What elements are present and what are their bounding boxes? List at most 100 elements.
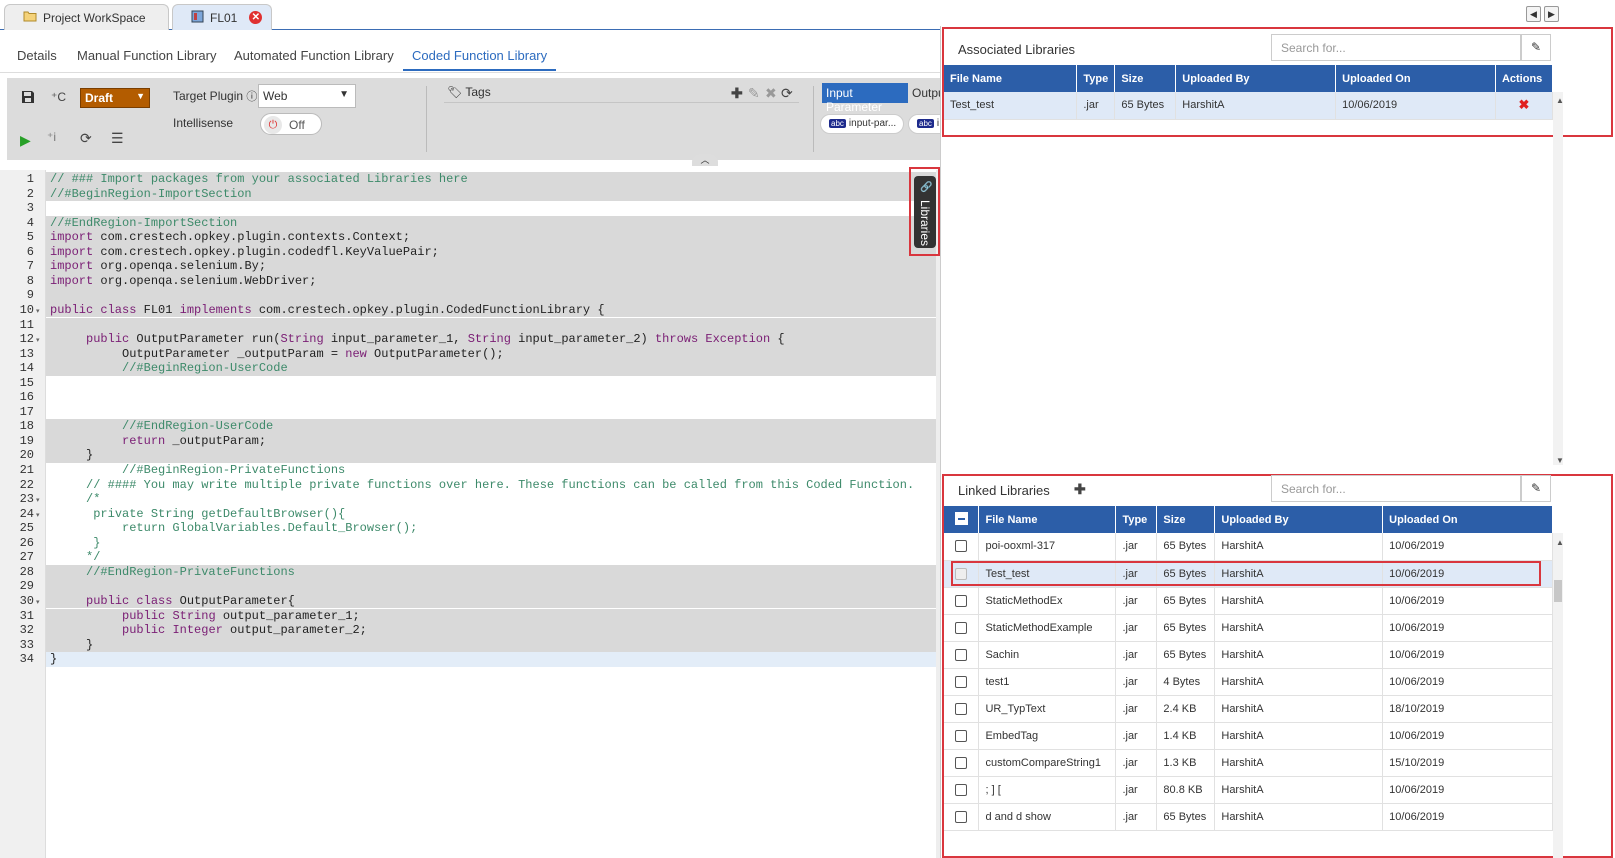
select-all-checkbox[interactable] bbox=[954, 511, 968, 525]
libraries-side-tab[interactable]: 🔗 Libraries bbox=[909, 167, 940, 256]
code-line[interactable]: public class OutputParameter{ bbox=[46, 593, 936, 609]
code-line[interactable]: import org.openqa.selenium.WebDriver; bbox=[46, 273, 936, 289]
compile-icon[interactable]: ⁺C bbox=[51, 90, 66, 104]
code-line[interactable]: //#EndRegion-ImportSection bbox=[46, 215, 936, 231]
intellisense-toggle[interactable]: ⏻ Off bbox=[260, 113, 322, 135]
code-line[interactable] bbox=[46, 376, 936, 391]
column-header[interactable]: Size bbox=[1156, 506, 1216, 533]
row-checkbox[interactable] bbox=[955, 702, 968, 715]
fold-toggle-icon[interactable]: ▾ bbox=[36, 496, 40, 504]
code-line[interactable]: */ bbox=[46, 550, 936, 565]
fold-toggle-icon[interactable]: ▾ bbox=[36, 336, 40, 344]
linked-scroll-thumb[interactable] bbox=[1554, 580, 1562, 602]
table-row[interactable]: d and d show .jar 65 Bytes HarshitA 10/06/20… bbox=[944, 803, 1553, 831]
add-info-icon[interactable]: ⁺i bbox=[47, 130, 56, 144]
column-header[interactable]: Uploaded On bbox=[1382, 506, 1553, 533]
add-library-icon[interactable]: ✚ bbox=[1074, 481, 1086, 498]
tab-fl01[interactable]: FL01 ✕ bbox=[172, 4, 272, 30]
code-line[interactable]: public String output_parameter_1; bbox=[46, 608, 936, 624]
info-icon[interactable]: ⓘ bbox=[246, 91, 257, 103]
code-line[interactable] bbox=[46, 579, 936, 594]
tab-input-parameter[interactable]: Input Parameter bbox=[822, 83, 908, 114]
table-row[interactable]: StaticMethodExample .jar 65 Bytes HarshitA 1… bbox=[944, 614, 1553, 642]
column-header[interactable]: Size bbox=[1114, 65, 1177, 92]
row-checkbox[interactable] bbox=[955, 540, 968, 553]
row-checkbox[interactable] bbox=[955, 729, 968, 742]
scroll-right-icon[interactable]: ▶ bbox=[1544, 6, 1559, 22]
code-line[interactable] bbox=[46, 390, 936, 405]
code-line[interactable]: import com.crestech.opkey.plugin.context… bbox=[46, 230, 936, 245]
row-checkbox[interactable] bbox=[955, 675, 968, 688]
tab-automated-function-library[interactable]: Automated Function Library bbox=[234, 48, 394, 69]
code-line[interactable] bbox=[46, 317, 936, 333]
code-line[interactable]: OutputParameter _outputParam = new Outpu… bbox=[46, 346, 936, 362]
add-tag-icon[interactable]: ✚ bbox=[731, 85, 743, 102]
run-icon[interactable]: ▶ bbox=[20, 132, 31, 149]
code-line[interactable]: // #### You may write multiple private f… bbox=[46, 478, 936, 493]
tab-manual-function-library[interactable]: Manual Function Library bbox=[77, 48, 216, 69]
scroll-up-icon[interactable]: ▲ bbox=[1556, 538, 1564, 547]
column-header[interactable]: File Name bbox=[944, 65, 1078, 92]
table-row[interactable]: EmbedTag .jar 1.4 KB HarshitA 10/06/2019 bbox=[944, 722, 1553, 750]
fold-toggle-icon[interactable]: ▾ bbox=[36, 307, 40, 315]
code-line[interactable]: } bbox=[46, 637, 936, 653]
row-checkbox[interactable] bbox=[955, 783, 968, 796]
code-line[interactable]: } bbox=[46, 448, 936, 463]
fold-toggle-icon[interactable]: ▾ bbox=[36, 511, 40, 519]
code-line[interactable]: public OutputParameter run(String input_… bbox=[46, 332, 936, 347]
code-line[interactable]: return _outputParam; bbox=[46, 433, 936, 449]
column-header[interactable]: Uploaded By bbox=[1175, 65, 1337, 92]
table-row[interactable]: StaticMethodEx .jar 65 Bytes HarshitA 10/06/… bbox=[944, 587, 1553, 615]
table-row[interactable]: poi-ooxml-317 .jar 65 Bytes HarshitA 10/06/2… bbox=[944, 533, 1553, 561]
code-line[interactable]: return GlobalVariables.Default_Browser()… bbox=[46, 521, 936, 536]
status-dropdown[interactable]: Draft ▼ bbox=[80, 88, 150, 108]
fold-toggle-icon[interactable]: ▾ bbox=[36, 598, 40, 606]
scroll-left-icon[interactable]: ◀ bbox=[1526, 6, 1541, 22]
scroll-down-icon[interactable]: ▼ bbox=[1556, 456, 1564, 465]
code-line[interactable]: import com.crestech.opkey.plugin.codedfl… bbox=[46, 244, 936, 260]
refresh-tags-icon[interactable]: ⟳ bbox=[781, 85, 793, 102]
tab-coded-function-library[interactable]: Coded Function Library bbox=[403, 48, 557, 71]
code-line[interactable]: public Integer output_parameter_2; bbox=[46, 623, 936, 638]
code-line[interactable]: import org.openqa.selenium.By; bbox=[46, 259, 936, 274]
delete-tag-icon[interactable]: ✖ bbox=[765, 85, 777, 102]
table-row[interactable]: test1 .jar 4 Bytes HarshitA 10/06/2019 bbox=[944, 668, 1553, 696]
code-line[interactable] bbox=[46, 405, 936, 420]
column-header[interactable]: Type bbox=[1076, 65, 1116, 92]
code-line[interactable]: // ### Import packages from your associa… bbox=[46, 172, 936, 187]
table-row[interactable]: ; ] [.jar 80.8 KB HarshitA 10/06/2019 bbox=[944, 776, 1553, 804]
table-row[interactable]: customCompareString1 .jar 1.3 KB HarshitA 15… bbox=[944, 749, 1553, 777]
target-plugin-select[interactable]: Web ▼ bbox=[258, 84, 356, 108]
code-line[interactable]: private String getDefaultBrowser(){ bbox=[46, 507, 936, 522]
code-line[interactable]: public class FL01 implements com.crestec… bbox=[46, 302, 936, 318]
collapse-toolbar-icon[interactable]: ︿ bbox=[692, 154, 718, 166]
associated-scrollbar[interactable] bbox=[1553, 92, 1563, 465]
column-header[interactable]: Type bbox=[1115, 506, 1158, 533]
select-all-header[interactable] bbox=[944, 506, 980, 533]
code-line[interactable]: //#BeginRegion-ImportSection bbox=[46, 186, 936, 202]
row-checkbox[interactable] bbox=[955, 594, 968, 607]
table-row[interactable]: UR_TypText .jar 2.4 KB HarshitA 18/10/2019 bbox=[944, 695, 1553, 723]
eraser-icon[interactable]: ✎ bbox=[1521, 34, 1551, 61]
scroll-up-icon[interactable]: ▲ bbox=[1556, 96, 1564, 105]
code-editor[interactable]: 1 2 3 4 5 6 7 8 9 10 ▾ 11 12 ▾ 13 14 15 16 17 18 19 20 21 22 23 ▾… bbox=[0, 170, 940, 858]
layers-icon[interactable]: ☰ bbox=[111, 130, 124, 147]
code-line[interactable] bbox=[46, 288, 936, 303]
code-line[interactable]: /* bbox=[46, 492, 936, 507]
table-row[interactable]: Test_test .jar 65 Bytes HarshitA 10/06/2… bbox=[944, 92, 1554, 120]
table-row[interactable]: Sachin .jar 65 Bytes HarshitA 10/06/2019 bbox=[944, 641, 1553, 669]
linked-search-input[interactable]: Search for... bbox=[1271, 475, 1521, 502]
column-header[interactable]: Uploaded On bbox=[1335, 65, 1496, 92]
code-line[interactable]: //#BeginRegion-UserCode bbox=[46, 361, 936, 376]
code-line[interactable]: //#BeginRegion-PrivateFunctions bbox=[46, 463, 936, 478]
code-line[interactable]: } bbox=[46, 652, 936, 667]
eraser-icon[interactable]: ✎ bbox=[1521, 475, 1551, 502]
code-line[interactable]: //#EndRegion-UserCode bbox=[46, 419, 936, 434]
tags-field[interactable] bbox=[444, 102, 799, 103]
code-line[interactable] bbox=[46, 201, 936, 216]
column-header[interactable]: File Name bbox=[978, 506, 1117, 533]
column-header[interactable]: Uploaded By bbox=[1214, 506, 1384, 533]
row-checkbox[interactable] bbox=[955, 756, 968, 769]
row-checkbox[interactable] bbox=[955, 621, 968, 634]
row-checkbox[interactable] bbox=[955, 648, 968, 661]
